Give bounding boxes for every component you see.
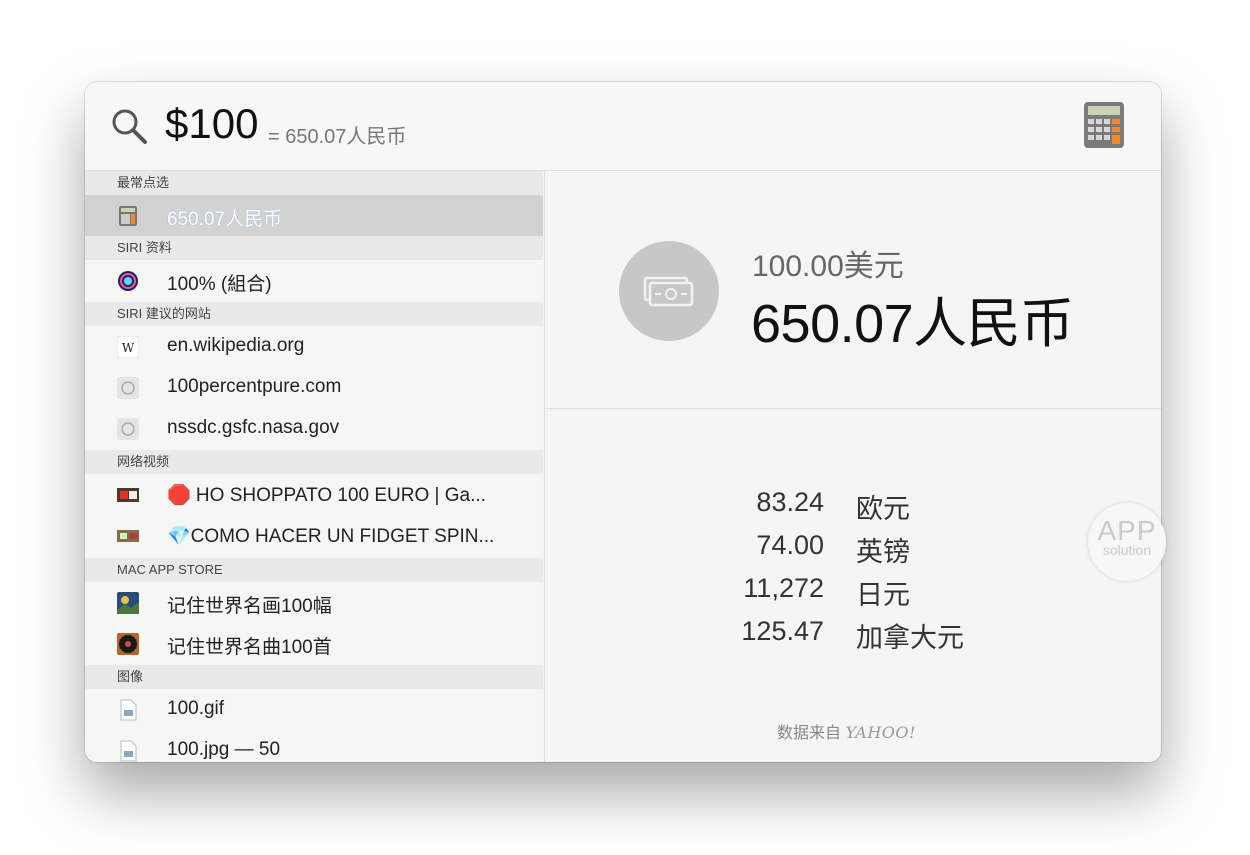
section-header-top-hits: 最常点选: [85, 171, 543, 195]
result-label: en.wikipedia.org: [167, 335, 305, 356]
watermark-line1: APP: [1097, 515, 1157, 546]
compass-icon: [117, 418, 139, 440]
section-header-images: 图像: [85, 665, 543, 689]
rate-currency: 日元: [856, 580, 910, 610]
rate-value: 125.47: [741, 616, 824, 646]
video-thumbnail: [117, 488, 139, 502]
divider: [545, 408, 1161, 409]
rate-value: 74.00: [756, 530, 824, 560]
result-item-app[interactable]: 记住世界名画100幅: [85, 582, 543, 623]
converted-to: 650.07人民币: [751, 294, 1074, 354]
section-header-app-store: MAC APP STORE: [85, 558, 543, 582]
spotlight-window: $100 = 650.07人民币 最常点选 650.07人民币 SIRI 资料 …: [85, 82, 1161, 762]
rate-currency: 欧元: [856, 494, 910, 524]
result-label: 记住世界名曲100首: [167, 637, 332, 658]
image-file-icon: [120, 740, 137, 762]
painting-app-icon: [117, 592, 139, 614]
rate-currency: 英镑: [856, 537, 910, 567]
image-file-icon: [120, 699, 137, 721]
data-source-prefix: 数据来自: [777, 725, 842, 742]
result-label: 记住世界名画100幅: [167, 596, 332, 617]
rate-value: 11,272: [743, 573, 824, 603]
result-item-website[interactable]: 100percentpure.com: [85, 367, 543, 408]
result-label: 💎COMO HACER UN FIDGET SPIN...: [167, 526, 495, 547]
result-label: 100.gif: [167, 698, 225, 719]
calculator-icon: [119, 206, 137, 226]
preview-pane: 100.00美元 650.07人民币 83.24 欧元 74.00 英镑 11,…: [544, 171, 1161, 762]
search-inline-result: = 650.07人民币: [268, 126, 407, 148]
banknote-icon: [619, 241, 719, 341]
section-header-web-videos: 网络视频: [85, 450, 543, 474]
result-label: 🛑 HO SHOPPATO 100 EURO | Ga...: [167, 485, 486, 506]
result-item-video[interactable]: 💎COMO HACER UN FIDGET SPIN...: [85, 515, 543, 556]
svg-text:W: W: [122, 341, 135, 355]
result-label: 100.jpg — 50: [167, 739, 281, 760]
result-item-app[interactable]: 记住世界名曲100首: [85, 623, 543, 664]
result-item-currency[interactable]: 650.07人民币: [85, 195, 543, 236]
app-solution-watermark: APP solution: [1088, 503, 1166, 581]
result-item-website[interactable]: nssdc.gsfc.nasa.gov: [85, 408, 543, 449]
search-icon: [112, 109, 147, 144]
section-header-siri-websites: SIRI 建议的网站: [85, 302, 543, 326]
compass-icon: [117, 377, 139, 399]
calculator-icon[interactable]: [1081, 100, 1127, 150]
result-item-video[interactable]: 🛑 HO SHOPPATO 100 EURO | Ga...: [85, 474, 543, 515]
search-bar[interactable]: $100 = 650.07人民币: [85, 82, 1161, 171]
rate-value: 83.24: [756, 487, 824, 517]
siri-icon: [118, 271, 138, 291]
result-item-image[interactable]: 100.gif: [85, 689, 543, 730]
video-thumbnail: [117, 530, 139, 542]
wikipedia-icon: W: [117, 336, 139, 358]
result-label: nssdc.gsfc.nasa.gov: [167, 417, 340, 438]
result-item-siri[interactable]: 100% (組合): [85, 260, 543, 301]
search-query[interactable]: $100: [165, 100, 258, 148]
result-item-website[interactable]: W en.wikipedia.org: [85, 326, 543, 367]
rate-currency: 加拿大元: [856, 623, 964, 653]
data-source[interactable]: 数据来自 YAHOO!: [777, 719, 916, 743]
result-label: 100% (組合): [167, 274, 272, 295]
result-label: 100percentpure.com: [167, 376, 342, 397]
result-item-image[interactable]: 100.jpg — 50: [85, 730, 543, 762]
yahoo-logo: YAHOO!: [845, 723, 916, 742]
results-list: 最常点选 650.07人民币 SIRI 资料 100% (組合) SIRI 建议…: [85, 171, 543, 762]
section-header-siri-knowledge: SIRI 资料: [85, 236, 543, 260]
vinyl-app-icon: [117, 633, 139, 655]
result-label: 650.07人民币: [167, 209, 283, 230]
